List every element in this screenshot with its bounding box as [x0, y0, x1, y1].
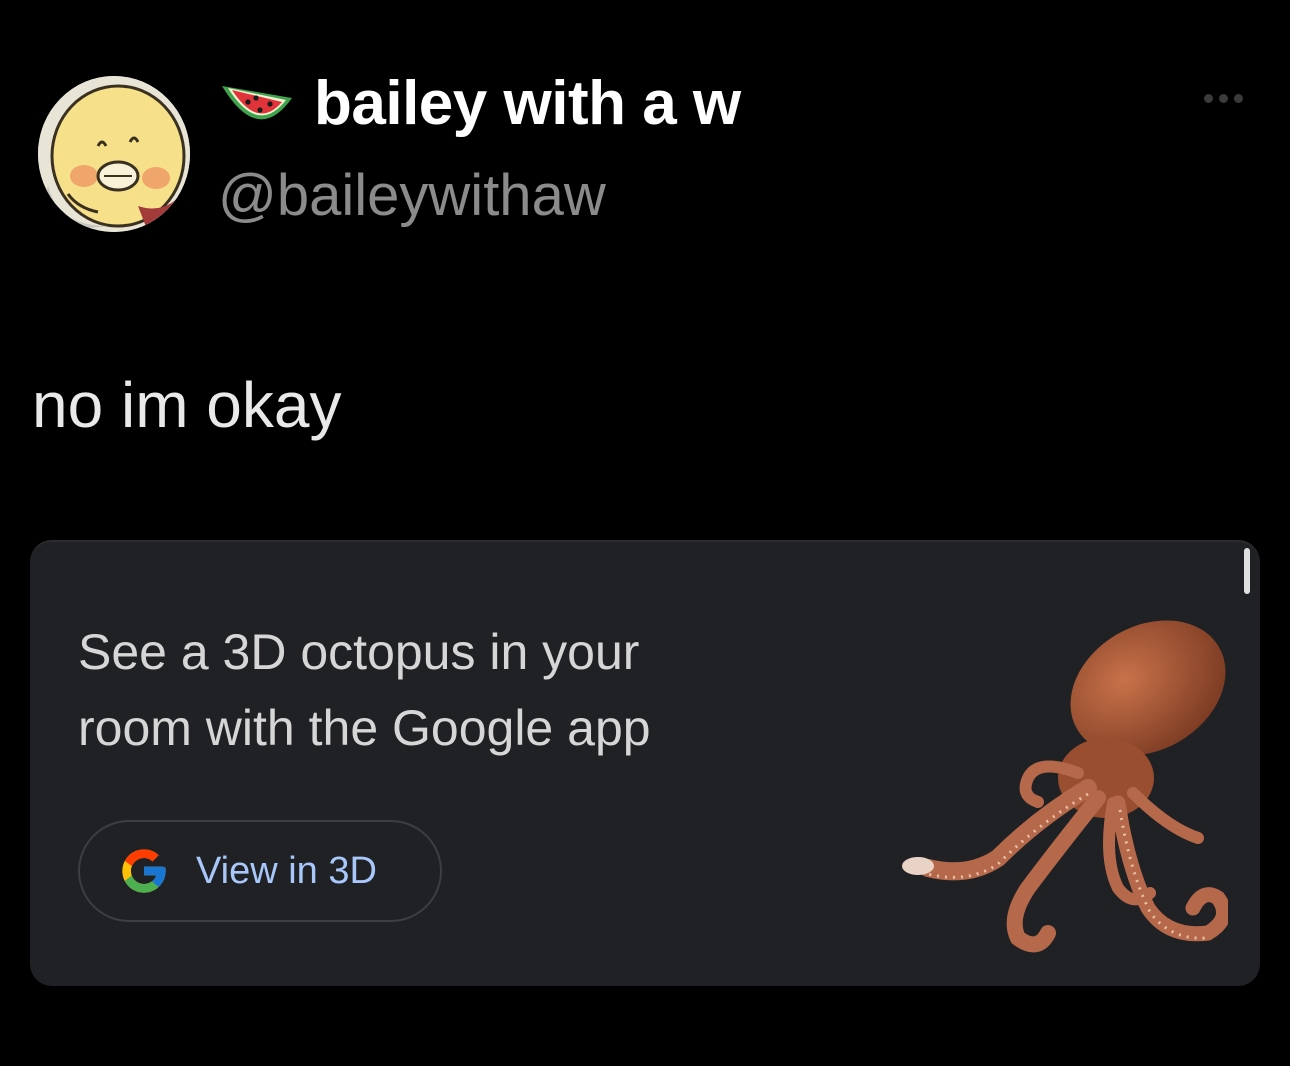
octopus-image: [888, 588, 1228, 978]
tweet-text: no im okay: [32, 369, 342, 441]
more-dot: [1234, 94, 1243, 103]
avatar-duck-image: [38, 76, 190, 232]
more-dot: [1204, 94, 1213, 103]
more-dot: [1219, 94, 1228, 103]
view-in-3d-label: View in 3D: [196, 849, 377, 892]
user-name-row[interactable]: bailey with a w: [218, 68, 741, 139]
card-title-line-1: See a 3D octopus in your: [78, 624, 640, 680]
more-options-icon[interactable]: [1204, 94, 1243, 103]
card-title: See a 3D octopus in your room with the G…: [78, 614, 838, 766]
watermelon-icon: [222, 85, 292, 119]
avatar[interactable]: [38, 76, 190, 232]
scrollbar-thumb[interactable]: [1244, 548, 1250, 594]
google-g-icon: [122, 849, 166, 893]
user-handle[interactable]: @baileywithaw: [218, 162, 606, 229]
card-title-line-2: room with the Google app: [78, 700, 651, 756]
display-name[interactable]: bailey with a w: [314, 68, 741, 139]
view-in-3d-button[interactable]: View in 3D: [78, 820, 442, 922]
google-3d-card[interactable]: See a 3D octopus in your room with the G…: [30, 540, 1260, 986]
